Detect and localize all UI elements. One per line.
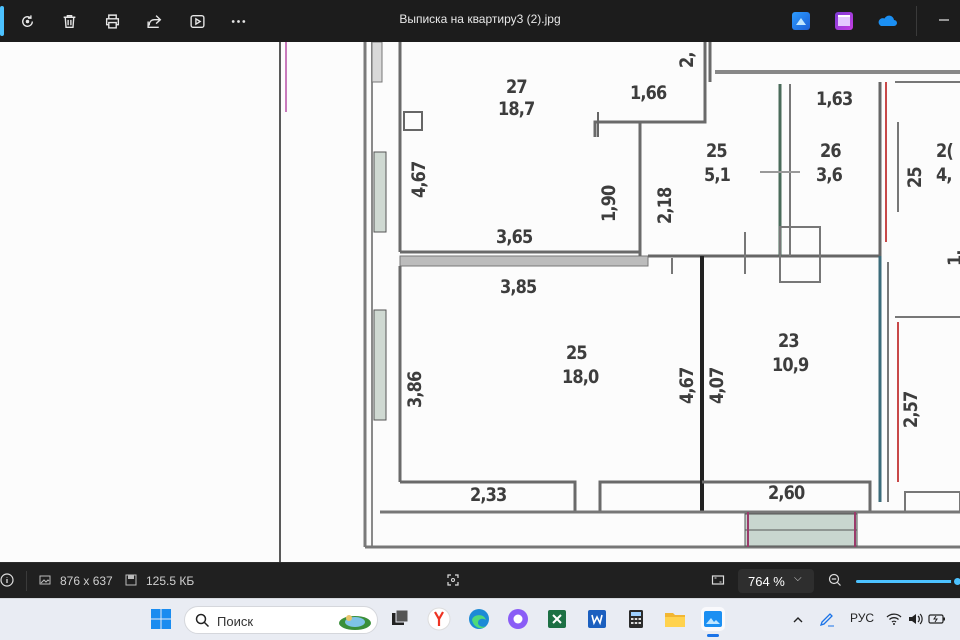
room-area-label: 10,9 [772,354,809,376]
dimension-label: 1,66 [630,82,667,104]
share-button[interactable] [142,9,166,33]
volume-icon[interactable] [907,611,923,627]
room-area-label: 5,1 [704,164,731,186]
dimension-label: 2,60 [768,482,805,504]
file-explorer-icon [665,613,685,627]
status-separator [26,571,27,591]
zoom-level-value: 764 % [748,574,785,589]
fit-to-window-icon[interactable] [446,573,460,587]
play-icon [189,14,205,28]
image-viewer-canvas[interactable]: 27 18,7 1,66 25 5,1 1,63 26 3,6 4,67 1,9… [0,42,960,562]
battery-icon[interactable] [928,611,946,627]
dimension-label: 2,33 [470,484,507,506]
yandex-browser-icon [427,607,451,631]
accent-bar [0,6,4,36]
room-number-label: 27 [506,76,528,98]
clipchamp-icon[interactable] [835,12,853,30]
dimension-label: 4,67 [408,161,430,198]
rotate-button[interactable] [15,9,39,33]
task-view-button[interactable] [388,607,412,631]
room-number-label: 2( [936,140,954,162]
onedrive-icon[interactable] [876,12,898,30]
window-title: Выписка на квартиру3 (2).jpg [399,12,561,26]
language-indicator[interactable]: РУС [850,611,874,625]
status-bar: 876 x 637 125.5 КБ 764 % ⌵ [0,562,960,598]
zoom-out-icon[interactable] [828,573,842,587]
minimize-button[interactable] [934,10,954,30]
search-icon [195,613,210,628]
word-icon [588,610,606,628]
room-number-label: 25 [706,140,728,162]
room-number-label: 23 [778,330,800,352]
slideshow-button[interactable] [185,9,209,33]
room-area-label: 18,0 [562,366,599,388]
dimension-label: 1,90 [598,185,620,222]
room-number-label: 26 [820,140,842,162]
taskbar-search-box[interactable]: Поиск [184,606,378,634]
file-explorer-button[interactable] [663,607,687,631]
dimension-label: 4,67 [676,367,698,404]
photos-icon [704,611,722,627]
word-button[interactable] [585,607,609,631]
windows-start-icon [151,609,171,629]
wifi-icon[interactable] [886,612,902,626]
search-placeholder: Поиск [217,614,254,629]
full-screen-icon[interactable] [711,573,725,587]
room-area-label: 4, [936,164,953,186]
top-toolbar: Выписка на квартиру3 (2).jpg [0,0,960,42]
image-size-icon [39,575,51,585]
search-highlight-icon [339,615,371,630]
dimension-label: 2,57 [900,391,922,428]
calculator-button[interactable] [624,607,648,631]
windows-taskbar: Поиск РУС [0,598,960,640]
share-icon [146,14,161,28]
dimension-label: 4,07 [706,367,728,404]
excel-button[interactable] [545,607,569,631]
rotate-icon [21,14,33,27]
trash-icon [63,14,75,28]
dimension-label: 3,65 [496,226,533,248]
dimension-label: 1,63 [816,88,853,110]
photo-editor-icon[interactable] [792,12,810,30]
file-size-icon [125,574,137,586]
file-size: 125.5 КБ [146,574,195,588]
minimize-icon [939,19,949,21]
print-icon [105,13,119,29]
zoom-slider-thumb[interactable] [951,575,960,588]
image-dimensions: 876 x 637 [60,574,113,588]
dimension-label: 2,18 [654,187,676,224]
toolbar-separator [916,6,917,36]
alice-icon [508,609,528,629]
print-button[interactable] [100,9,124,33]
photos-button[interactable] [701,607,725,637]
zoom-slider-track[interactable] [856,580,956,583]
chevron-down-icon: ⌵ [794,573,802,584]
more-icon [231,19,245,23]
task-view-icon [392,609,409,625]
more-button[interactable] [226,9,250,33]
chevron-up-icon[interactable] [792,614,804,626]
room-area-label: 3,6 [816,164,843,186]
calculator-icon [629,610,643,628]
alice-button[interactable] [506,607,530,631]
room-number-label: 25 [566,342,588,364]
dimension-label: 25 [904,167,926,188]
photos-app-window: Выписка на квартиру3 (2).jpg 27 18,7 1,6… [0,0,960,640]
dimension-label: 2, [676,52,698,68]
active-app-indicator [707,634,719,637]
windows-start-button[interactable] [149,607,173,631]
pen-input-icon[interactable] [818,611,836,629]
info-icon[interactable] [0,573,14,587]
zoom-level-dropdown[interactable]: 764 % ⌵ [738,569,814,593]
edge-button[interactable] [467,607,491,631]
yandex-browser-button[interactable] [427,607,451,631]
dimension-label: 3,86 [404,371,426,408]
dimension-label: 3,85 [500,276,537,298]
edge-icon [469,609,489,629]
delete-button[interactable] [57,9,81,33]
room-area-label: 18,7 [498,98,535,120]
excel-icon [548,610,566,628]
dimension-label: 1, [944,250,960,266]
